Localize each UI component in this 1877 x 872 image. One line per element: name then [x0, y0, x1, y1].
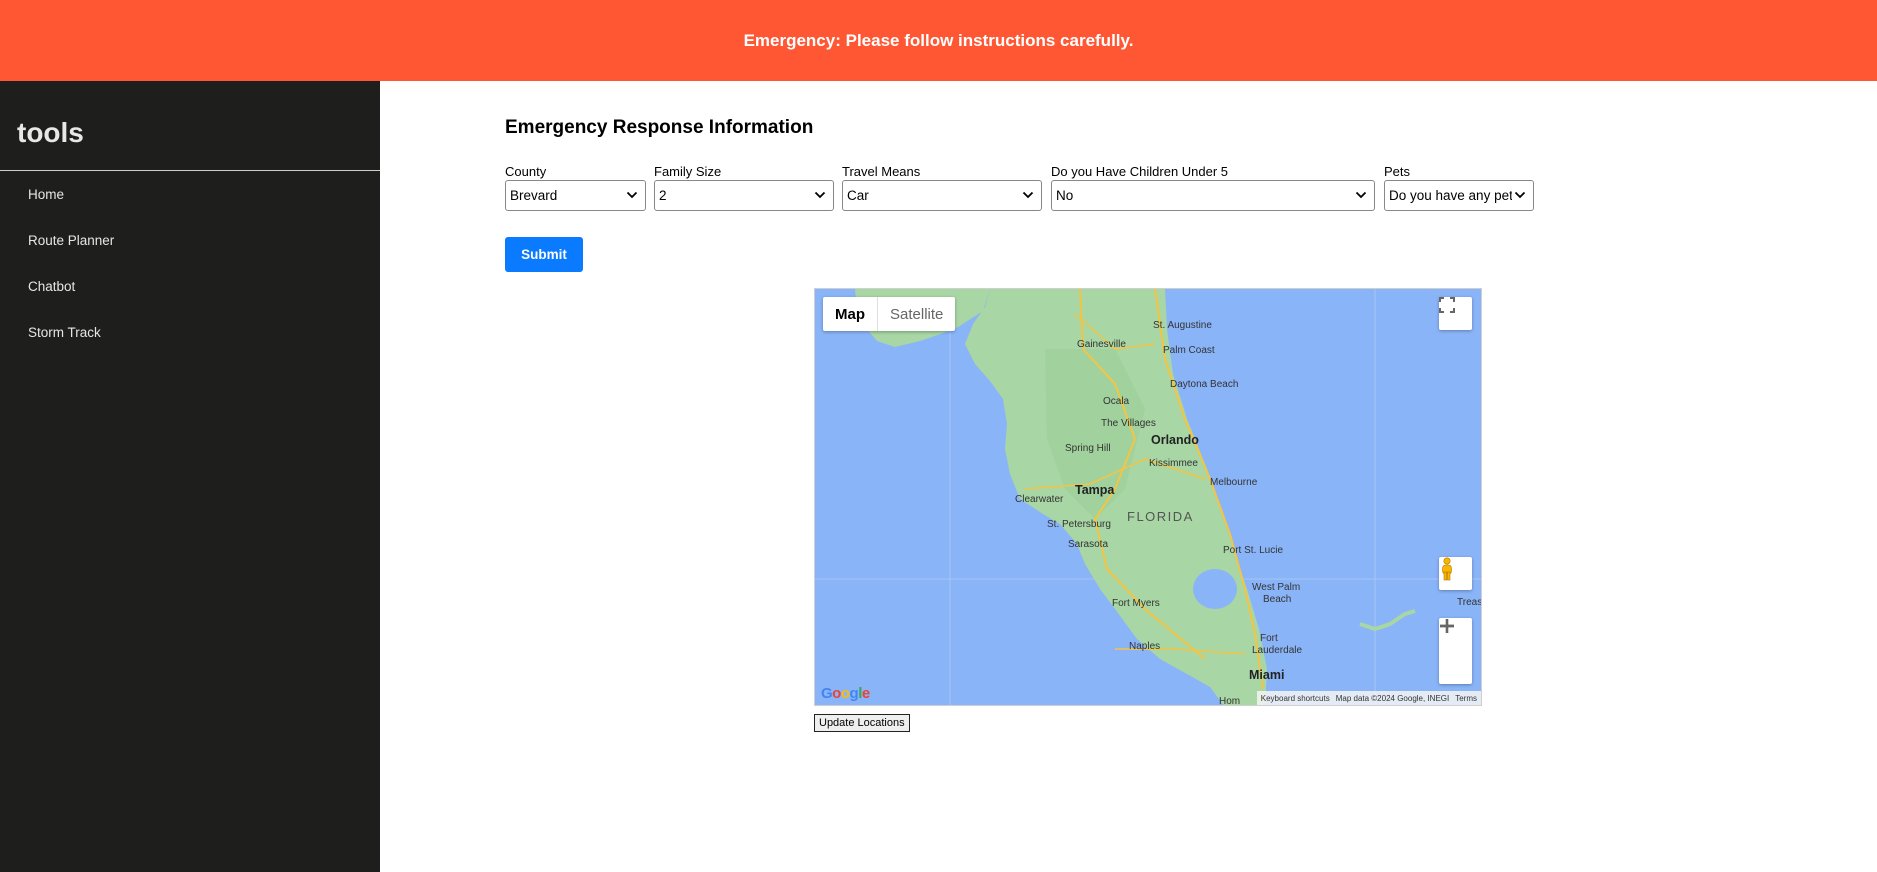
sidebar-nav: Home Route Planner Chatbot Storm Track [0, 172, 380, 356]
chevron-down-icon [1353, 187, 1369, 203]
submit-button[interactable]: Submit [505, 237, 583, 272]
map-label-gainesville: Gainesville [1077, 339, 1126, 350]
pets-field: Pets Do you have any pets? [1384, 164, 1534, 211]
update-locations-button[interactable]: Update Locations [814, 714, 910, 732]
map-label-west-palm: West Palm [1252, 582, 1300, 593]
children-select[interactable]: No [1051, 180, 1375, 211]
county-field: County Brevard [505, 164, 646, 211]
county-label: County [505, 164, 547, 179]
travel-means-label: Travel Means [842, 164, 921, 179]
map-label-lauderdale: Lauderdale [1252, 645, 1302, 656]
chevron-down-icon [624, 187, 640, 203]
map-label-palm-coast: Palm Coast [1163, 345, 1215, 356]
map-canvas[interactable]: St. Augustine Gainesville Palm Coast Day… [815, 289, 1482, 706]
map-label-fort-lauderdale: Fort [1260, 633, 1278, 644]
pegman-icon [1442, 557, 1452, 581]
fullscreen-button[interactable] [1439, 297, 1472, 330]
map-label-naples: Naples [1129, 641, 1160, 652]
chevron-down-icon [1020, 187, 1036, 203]
chevron-down-icon [1512, 187, 1528, 203]
family-size-select[interactable]: 2 [654, 180, 834, 211]
sidebar-item-storm-track[interactable]: Storm Track [0, 310, 380, 356]
map-label-melbourne: Melbourne [1210, 477, 1258, 488]
map-label-kissimmee: Kissimmee [1149, 458, 1198, 469]
map-label-miami: Miami [1249, 668, 1284, 682]
map-label-daytona: Daytona Beach [1170, 379, 1238, 390]
family-size-value: 2 [659, 188, 667, 203]
map-type-control: Map Satellite [823, 297, 956, 331]
fullscreen-icon [1439, 297, 1455, 313]
minus-icon [1440, 624, 1454, 628]
sidebar-title: tools [0, 81, 380, 171]
map-label-fort-myers: Fort Myers [1112, 598, 1160, 609]
map-label-spring-hill: Spring Hill [1065, 443, 1111, 454]
map-label-west-palm-beach: Beach [1263, 594, 1291, 605]
map-data-text: Map data ©2024 Google, INEGI [1335, 693, 1450, 703]
pets-value: Do you have any pets? [1389, 188, 1528, 203]
map-label-florida: FLORIDA [1127, 509, 1194, 524]
map-label-orlando: Orlando [1151, 433, 1199, 447]
map-type-map-button[interactable]: Map [823, 297, 878, 331]
map-label-sarasota: Sarasota [1068, 539, 1108, 550]
family-size-label: Family Size [654, 164, 722, 179]
map-view[interactable]: St. Augustine Gainesville Palm Coast Day… [814, 288, 1482, 706]
pets-select[interactable]: Do you have any pets? [1384, 180, 1534, 211]
children-value: No [1056, 188, 1074, 203]
chevron-down-icon [812, 187, 828, 203]
travel-means-value: Car [847, 188, 869, 203]
map-label-port-st-lucie: Port St. Lucie [1223, 545, 1283, 556]
county-value: Brevard [510, 188, 558, 203]
map-label-villages: The Villages [1101, 418, 1156, 429]
page-title: Emergency Response Information [505, 117, 814, 138]
children-label: Do you Have Children Under 5 [1051, 164, 1229, 179]
emergency-banner: Emergency: Please follow instructions ca… [0, 0, 1877, 81]
travel-means-field: Travel Means Car [842, 164, 1042, 211]
map-label-clearwater: Clearwater [1015, 494, 1064, 505]
map-label-ocala: Ocala [1103, 396, 1130, 407]
banner-text: Emergency: Please follow instructions ca… [743, 30, 1134, 50]
map-label-st-pete: St. Petersburg [1047, 519, 1111, 530]
map-label-homestead: Hom [1219, 696, 1240, 706]
zoom-out-button[interactable] [1439, 624, 1472, 684]
map-attribution: Keyboard shortcuts Map data ©2024 Google… [1256, 691, 1481, 705]
sidebar-item-route-planner[interactable]: Route Planner [0, 218, 380, 264]
sidebar-item-chatbot[interactable]: Chatbot [0, 264, 380, 310]
street-view-button[interactable] [1439, 557, 1472, 590]
map-label-treas: Treas [1457, 597, 1482, 608]
keyboard-shortcuts-link[interactable]: Keyboard shortcuts [1261, 694, 1330, 703]
sidebar: tools Home Route Planner Chatbot Storm T… [0, 81, 380, 872]
family-size-field: Family Size 2 [654, 164, 834, 211]
children-field: Do you Have Children Under 5 No [1051, 164, 1375, 211]
pets-label: Pets [1384, 164, 1411, 179]
travel-means-select[interactable]: Car [842, 180, 1042, 211]
map-label-st-augustine: St. Augustine [1153, 320, 1212, 331]
terms-link[interactable]: Terms [1455, 694, 1477, 703]
map-type-satellite-button[interactable]: Satellite [878, 297, 955, 331]
zoom-control [1439, 618, 1472, 684]
google-logo: Google [821, 685, 870, 702]
sidebar-item-home[interactable]: Home [0, 172, 380, 218]
county-select[interactable]: Brevard [505, 180, 646, 211]
map-label-tampa: Tampa [1075, 483, 1115, 497]
